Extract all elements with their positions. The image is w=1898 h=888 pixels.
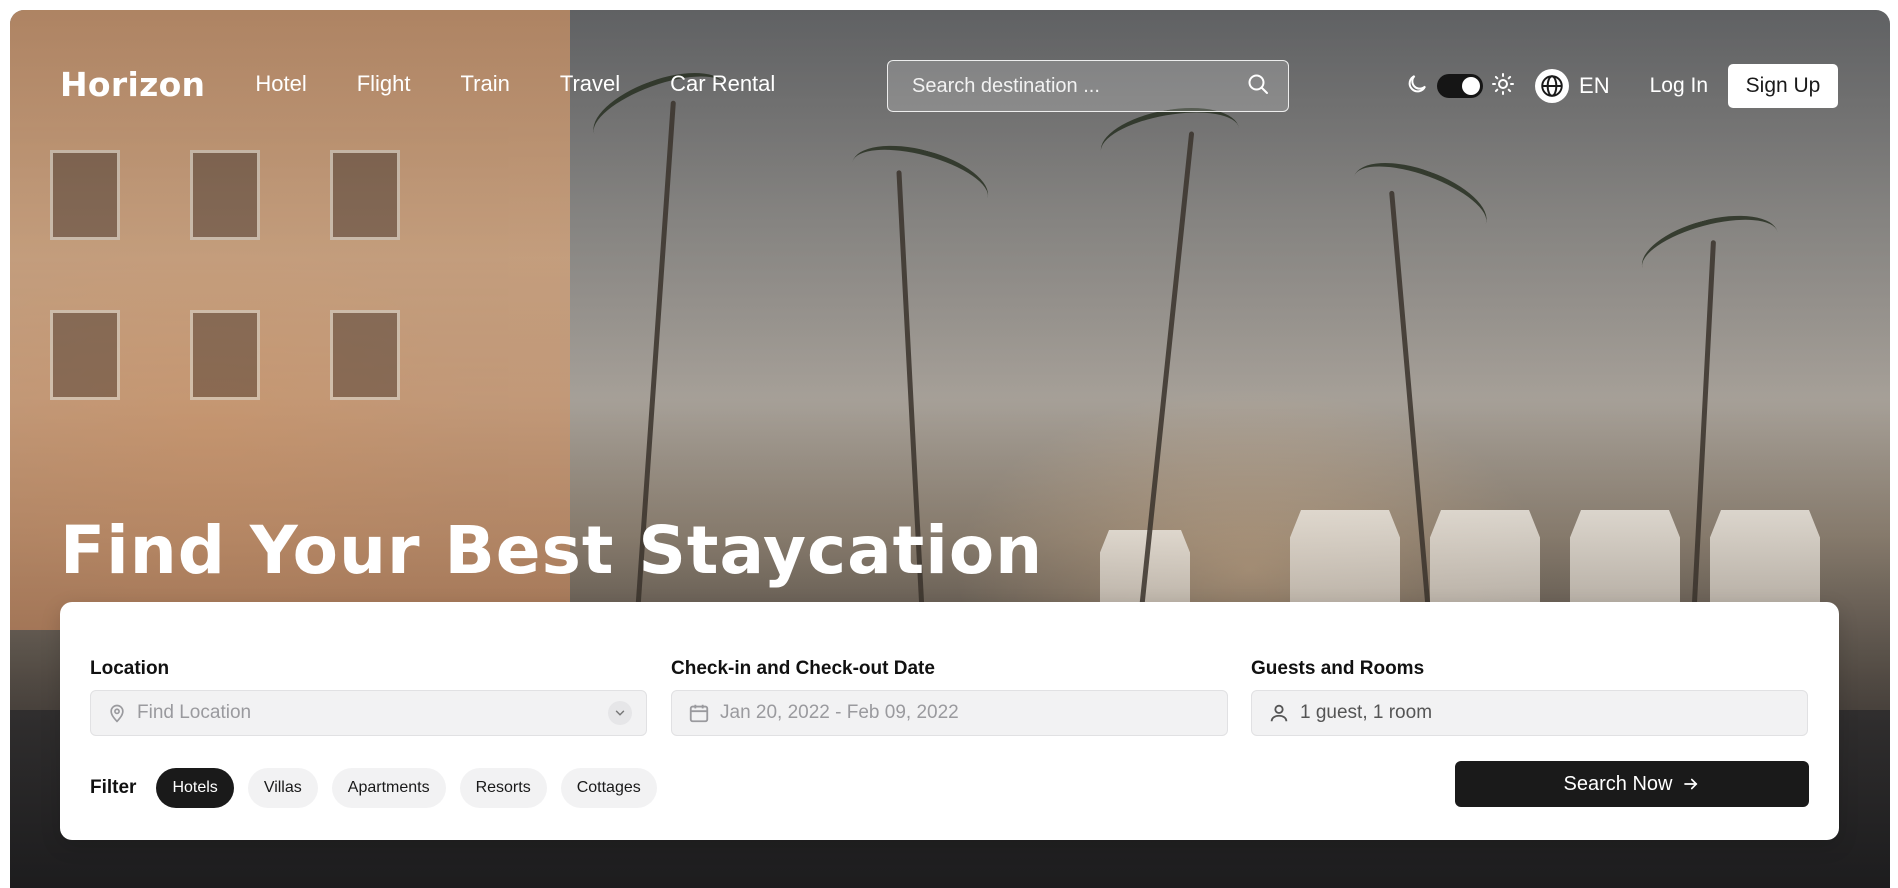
date-field: Check-in and Check-out Date Jan 20, 2022…: [671, 658, 1228, 736]
nav-tools: EN Log In Sign Up: [1405, 64, 1838, 108]
location-label: Location: [90, 658, 170, 679]
search-now-label: Search Now: [1563, 772, 1673, 795]
language-selector[interactable]: EN: [1579, 73, 1610, 99]
login-button[interactable]: Log In: [1650, 74, 1708, 98]
date-range-value: Jan 20, 2022 - Feb 09, 2022: [720, 702, 959, 723]
guests-label: Guests and Rooms: [1251, 658, 1425, 679]
nav-link-car-rental[interactable]: Car Rental: [670, 71, 775, 97]
filter-chip-hotels[interactable]: Hotels: [156, 768, 234, 808]
hero-title: Find Your Best Staycation: [60, 512, 1044, 589]
filter-chip-apartments[interactable]: Apartments: [331, 768, 446, 808]
globe-icon[interactable]: [1535, 69, 1570, 103]
guests-value: 1 guest, 1 room: [1300, 702, 1433, 723]
location-placeholder: Find Location: [137, 702, 252, 723]
destination-search: [887, 60, 1289, 112]
filter-label: Filter: [90, 777, 137, 798]
moon-icon: [1405, 72, 1429, 101]
arrow-right-icon: [1682, 775, 1700, 793]
date-label: Check-in and Check-out Date: [671, 658, 935, 679]
logo[interactable]: Horizon: [60, 65, 205, 104]
nav-link-train[interactable]: Train: [461, 71, 510, 97]
nav-link-hotel[interactable]: Hotel: [255, 71, 306, 97]
search-now-button[interactable]: Search Now: [1455, 761, 1809, 807]
guests-input[interactable]: 1 guest, 1 room: [1251, 690, 1808, 736]
search-icon[interactable]: [1246, 72, 1270, 101]
user-icon: [1268, 702, 1290, 724]
location-field: Location Find Location: [90, 658, 647, 736]
theme-toggle[interactable]: [1437, 74, 1484, 98]
booking-card: Location Find Location Check-in and Chec…: [60, 602, 1839, 840]
location-pin-icon: [107, 703, 127, 723]
nav-links: Hotel Flight Train Travel Car Rental: [255, 71, 775, 97]
signup-button[interactable]: Sign Up: [1728, 64, 1838, 108]
filter-row: Filter Hotels Villas Apartments Resorts …: [90, 768, 671, 808]
nav-link-travel[interactable]: Travel: [560, 71, 620, 97]
filter-chip-villas[interactable]: Villas: [247, 768, 318, 808]
filter-chip-cottages[interactable]: Cottages: [560, 768, 657, 808]
date-range-input[interactable]: Jan 20, 2022 - Feb 09, 2022: [671, 690, 1228, 736]
location-input[interactable]: Find Location: [90, 690, 647, 736]
calendar-icon: [688, 702, 710, 724]
chevron-down-icon[interactable]: [608, 701, 632, 725]
guests-field: Guests and Rooms 1 guest, 1 room: [1251, 658, 1808, 736]
nav-link-flight[interactable]: Flight: [357, 71, 411, 97]
filter-chip-resorts[interactable]: Resorts: [459, 768, 547, 808]
sun-icon: [1491, 72, 1515, 101]
destination-search-input[interactable]: [912, 74, 1246, 98]
navbar: Horizon Hotel Flight Train Travel Car Re…: [60, 60, 1838, 112]
